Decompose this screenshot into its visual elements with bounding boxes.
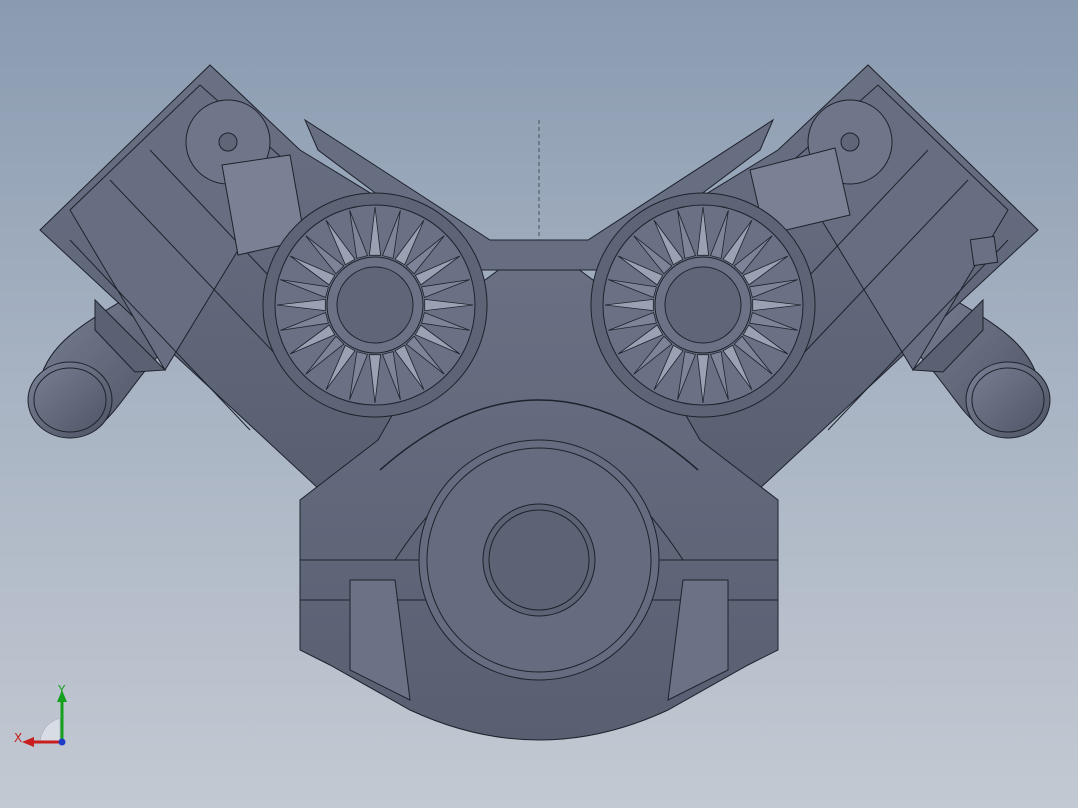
right-cam-gear [590, 192, 816, 418]
x-axis-arrowhead [22, 737, 34, 747]
x-axis-label: X [14, 731, 22, 745]
z-axis-dot [58, 738, 66, 746]
coordinate-triad: Y X [14, 684, 67, 747]
left-cam-gear [262, 192, 488, 418]
graphics-viewport[interactable]: Y X [0, 0, 1078, 808]
triad-plane-icon [39, 717, 61, 743]
engine-block-model[interactable] [0, 0, 1078, 808]
y-axis-label: Y [57, 684, 66, 697]
crankshaft-pulley [418, 439, 660, 681]
